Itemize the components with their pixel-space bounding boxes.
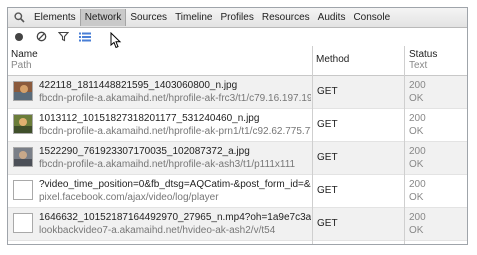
status-text: OK [409, 159, 424, 170]
status-text: OK [409, 93, 424, 104]
table-row[interactable]: 1646632_10152187164492970_27965_n.mp4?oh… [8, 208, 467, 241]
document-icon [13, 213, 33, 233]
status-text: OK [409, 126, 424, 137]
request-path: fbcdn-profile-a.akamaihd.net/hprofile-ak… [39, 93, 311, 104]
method-column-header[interactable]: Method [316, 54, 349, 65]
status-code: 200 [409, 80, 426, 91]
status-code: 200 [409, 179, 426, 190]
filter-button[interactable] [52, 28, 74, 45]
document-icon [13, 180, 33, 200]
column-divider[interactable] [312, 46, 313, 244]
image-thumbnail-icon [13, 81, 33, 101]
tab-sources[interactable]: Sources [126, 9, 171, 26]
record-button[interactable] [8, 28, 30, 45]
filter-icon [57, 31, 69, 42]
image-thumbnail-icon [13, 114, 33, 134]
record-icon [15, 32, 23, 41]
status-text-column-header[interactable]: Status Text [409, 49, 437, 71]
table-row[interactable]: 1013112_10151827318201177_531240460_n.jp… [8, 109, 467, 142]
status-header: Status [409, 49, 438, 60]
table-row[interactable]: 1522290_761923307170035_102087372_a.jpg … [8, 142, 467, 175]
request-method: GET [317, 86, 338, 97]
name-path-column-header[interactable]: Name Path [11, 49, 38, 71]
request-method: GET [317, 152, 338, 163]
search-icon[interactable] [8, 8, 30, 27]
tab-network[interactable]: Network [79, 9, 127, 26]
devtools-tab-bar: Elements Network Sources Timeline Profil… [8, 8, 467, 28]
request-name: 422118_1811448821595_1403060800_n.jpg [39, 80, 238, 91]
status-text: OK [409, 225, 424, 236]
status-code: 200 [409, 113, 426, 124]
request-method: GET [317, 185, 338, 196]
list-view-icon [79, 32, 91, 41]
tab-audits[interactable]: Audits [314, 9, 350, 26]
table-row[interactable]: ?video_time_position=0&fb_dtsg=AQCatim-&… [8, 175, 467, 208]
request-path: pixel.facebook.com/ajax/video/log/player [39, 192, 219, 203]
text-header: Text [409, 60, 428, 71]
request-path: lookbackvideo7-a.akamaihd.net/hvideo-ak-… [39, 225, 276, 236]
request-method: GET [317, 218, 338, 229]
network-request-table: Name Path Method Status Text 422118_1811… [8, 46, 467, 244]
request-name: 1646632_10152187164492970_27965_n.mp4?oh… [39, 212, 311, 223]
tab-resources[interactable]: Resources [258, 9, 314, 26]
name-header: Name [11, 49, 38, 60]
table-header: Name Path Method Status Text [8, 46, 467, 76]
status-code: 200 [409, 212, 426, 223]
devtools-panel: Elements Network Sources Timeline Profil… [7, 7, 468, 245]
tab-console[interactable]: Console [349, 9, 394, 26]
image-thumbnail-icon [13, 147, 33, 167]
tab-elements[interactable]: Elements [30, 9, 80, 26]
network-toolbar [8, 28, 467, 45]
clear-button[interactable] [30, 28, 52, 45]
request-name: 1013112_10151827318201177_531240460_n.jp… [39, 113, 260, 124]
request-method: GET [317, 119, 338, 130]
large-rows-button[interactable] [74, 28, 96, 45]
status-text: OK [409, 192, 424, 203]
request-name: ?video_time_position=0&fb_dtsg=AQCatim-&… [39, 179, 311, 190]
tab-timeline[interactable]: Timeline [171, 9, 216, 26]
mouse-cursor-icon [110, 32, 122, 49]
clear-icon [36, 31, 46, 42]
request-name: 1522290_761923307170035_102087372_a.jpg [39, 146, 250, 157]
column-divider[interactable] [404, 46, 405, 244]
tab-profiles[interactable]: Profiles [216, 9, 257, 26]
table-row[interactable]: 422118_1811448821595_1403060800_n.jpg fb… [8, 76, 467, 109]
status-code: 200 [409, 146, 426, 157]
request-path: fbcdn-profile-a.akamaihd.net/hprofile-ak… [39, 159, 296, 170]
path-header: Path [11, 60, 32, 71]
request-path: fbcdn-profile-a.akamaihd.net/hprofile-ak… [39, 126, 311, 137]
